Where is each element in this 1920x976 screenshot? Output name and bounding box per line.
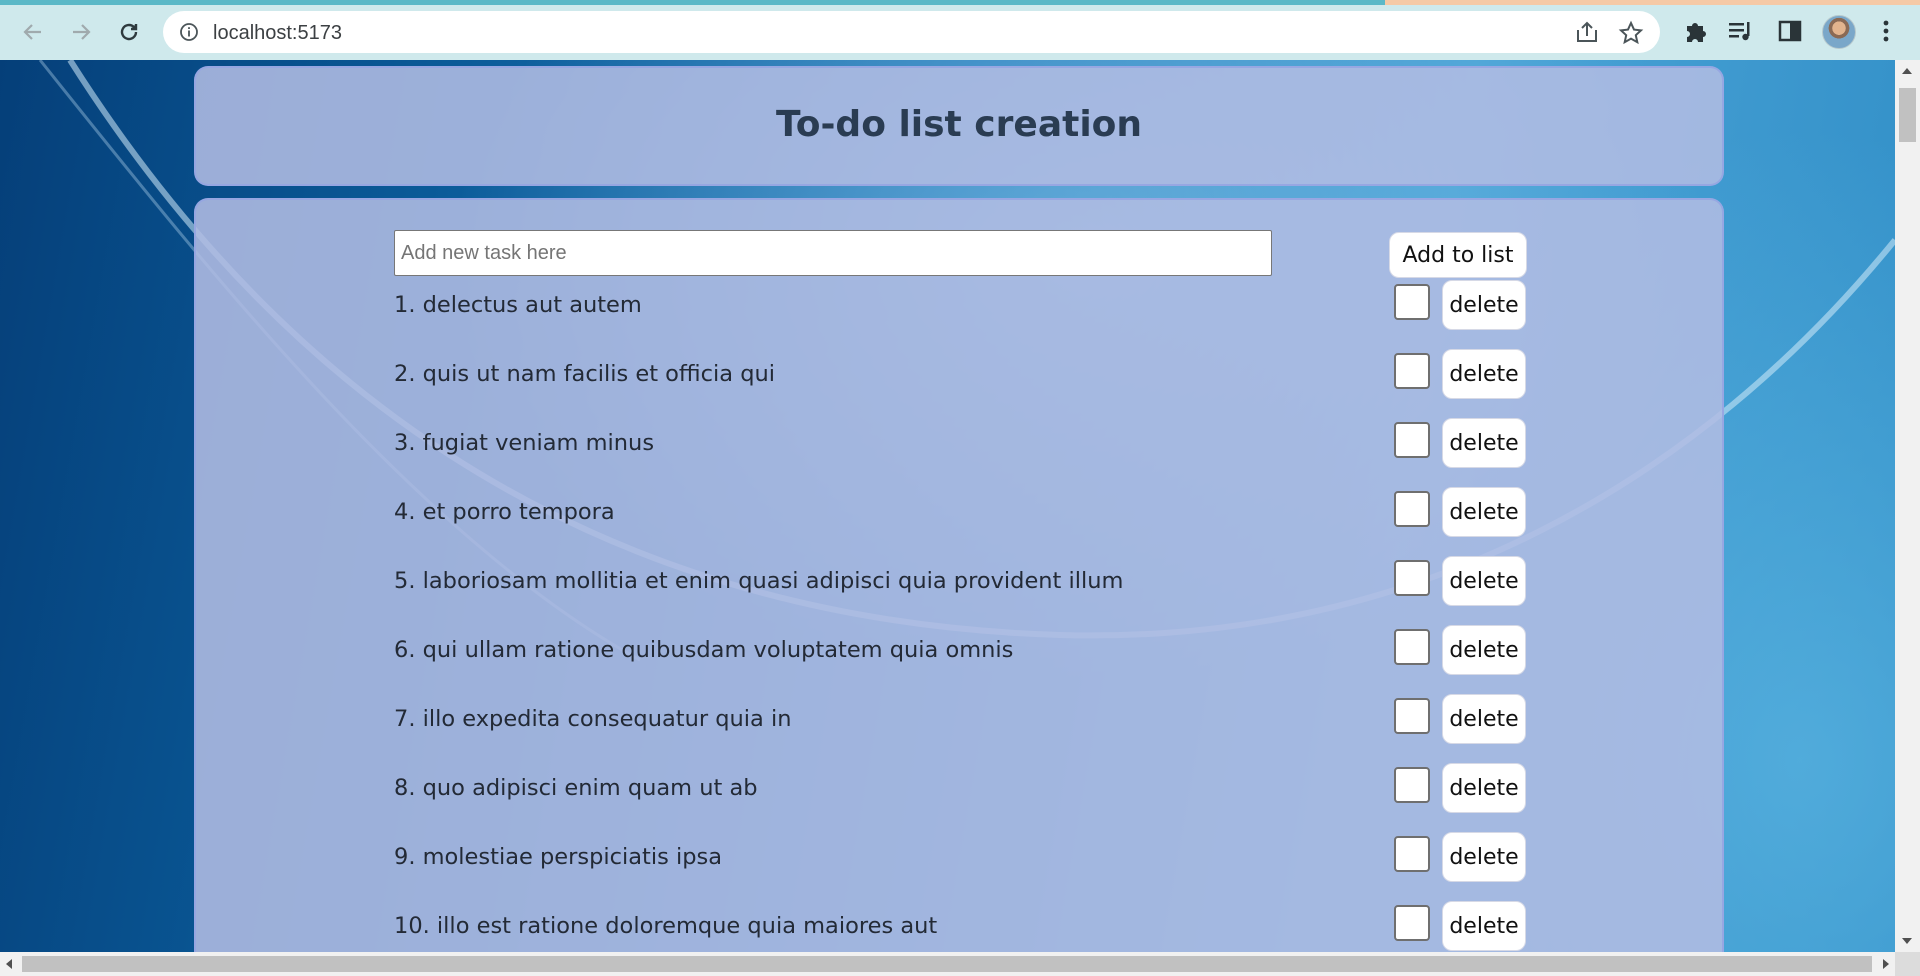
tab-strip-edge [1385, 0, 1920, 5]
delete-button[interactable]: delete [1442, 901, 1526, 951]
address-bar[interactable]: localhost:5173 [163, 11, 1660, 53]
page-viewport: To-do list creation Add to list 1. delec… [0, 60, 1895, 952]
task-text: 4. et porro tempora [394, 499, 615, 525]
task-checkbox[interactable] [1394, 629, 1430, 665]
reload-button[interactable] [111, 14, 147, 50]
delete-button[interactable]: delete [1442, 556, 1526, 606]
puzzle-icon[interactable] [1682, 17, 1710, 45]
delete-button[interactable]: delete [1442, 487, 1526, 537]
info-icon[interactable] [179, 22, 199, 42]
scroll-left-icon[interactable] [6, 959, 12, 969]
delete-button[interactable]: delete [1442, 694, 1526, 744]
delete-button[interactable]: delete [1442, 763, 1526, 813]
task-checkbox[interactable] [1394, 422, 1430, 458]
todo-panel: Add to list 1. delectus aut autemdelete2… [194, 198, 1724, 952]
header-panel: To-do list creation [194, 66, 1724, 186]
vertical-scroll-thumb[interactable] [1899, 88, 1916, 142]
scroll-up-icon[interactable] [1902, 68, 1912, 74]
task-checkbox[interactable] [1394, 353, 1430, 389]
star-icon[interactable] [1618, 20, 1644, 46]
horizontal-scroll-thumb[interactable] [22, 956, 1872, 972]
task-text: 9. molestiae perspiciatis ipsa [394, 844, 723, 870]
task-checkbox[interactable] [1394, 284, 1430, 320]
back-button[interactable] [15, 14, 51, 50]
task-row: 3. fugiat veniam minus delete [394, 418, 1534, 470]
task-checkbox[interactable] [1394, 905, 1430, 941]
delete-button[interactable]: delete [1442, 418, 1526, 468]
task-text: 5. laboriosam mollitia et enim quasi adi… [394, 568, 1124, 594]
task-row: 8. quo adipisci enim quam ut ab delete [394, 763, 1534, 815]
task-row: 6. qui ullam ratione quibusdam voluptate… [394, 625, 1534, 677]
profile-avatar[interactable] [1822, 15, 1856, 49]
task-checkbox[interactable] [1394, 491, 1430, 527]
add-to-list-button[interactable]: Add to list [1389, 232, 1527, 278]
kebab-menu-icon[interactable] [1872, 17, 1900, 45]
task-text: 6. qui ullam ratione quibusdam voluptate… [394, 637, 1014, 663]
browser-toolbar: localhost:5173 [0, 0, 1920, 60]
share-icon[interactable] [1574, 20, 1600, 46]
task-text: 8. quo adipisci enim quam ut ab [394, 775, 758, 801]
task-row: 4. et porro tempora delete [394, 487, 1534, 539]
task-row: 1. delectus aut autem delete [394, 280, 1534, 332]
task-row: 9. molestiae perspiciatis ipsa delete [394, 832, 1534, 884]
side-panel-icon[interactable] [1776, 17, 1804, 45]
task-checkbox[interactable] [1394, 767, 1430, 803]
task-text: 7. illo expedita consequatur quia in [394, 706, 792, 732]
scroll-right-icon[interactable] [1883, 959, 1889, 969]
task-text: 1. delectus aut autem [394, 292, 642, 318]
delete-button[interactable]: delete [1442, 832, 1526, 882]
task-text: 10. illo est ratione doloremque quia mai… [394, 913, 938, 939]
arrow-left-icon [23, 24, 41, 40]
forward-button[interactable] [63, 14, 99, 50]
scroll-down-icon[interactable] [1902, 938, 1912, 944]
task-row: 5. laboriosam mollitia et enim quasi adi… [394, 556, 1534, 608]
delete-button[interactable]: delete [1442, 349, 1526, 399]
task-text: 2. quis ut nam facilis et officia qui [394, 361, 776, 387]
page-title: To-do list creation [775, 104, 1143, 145]
task-row: 10. illo est ratione doloremque quia mai… [394, 901, 1534, 952]
delete-button[interactable]: delete [1442, 280, 1526, 330]
task-row: 7. illo expedita consequatur quia in dele… [394, 694, 1534, 746]
task-checkbox[interactable] [1394, 836, 1430, 872]
url-text[interactable]: localhost:5173 [213, 22, 342, 45]
delete-button[interactable]: delete [1442, 625, 1526, 675]
task-checkbox[interactable] [1394, 560, 1430, 596]
horizontal-scrollbar[interactable] [0, 952, 1895, 976]
task-row: 2. quis ut nam facilis et officia qui del… [394, 349, 1534, 401]
page-load-progress [0, 0, 1385, 5]
new-task-input[interactable] [394, 230, 1272, 276]
media-queue-icon[interactable] [1726, 17, 1754, 45]
vertical-scrollbar[interactable] [1895, 60, 1920, 952]
reload-icon [120, 23, 138, 41]
scrollbar-corner [1895, 952, 1920, 976]
arrow-right-icon [73, 24, 91, 40]
task-text: 3. fugiat veniam minus [394, 430, 655, 456]
task-checkbox[interactable] [1394, 698, 1430, 734]
